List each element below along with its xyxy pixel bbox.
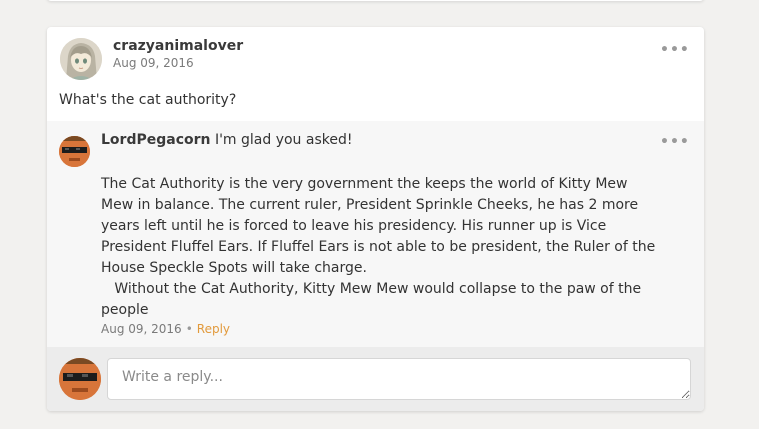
reply-item: LordPegacorn I'm glad you asked! ••• The… — [47, 121, 704, 347]
reply-meta: Aug 09, 2016 • Reply — [101, 322, 230, 336]
separator-dot: • — [185, 322, 193, 336]
reply-intro-text: I'm glad you asked! — [214, 132, 353, 148]
reply-input[interactable] — [107, 358, 691, 400]
reply-paragraph: Without the Cat Authority, Kitty Mew Mew… — [101, 281, 642, 318]
post-date: Aug 09, 2016 — [113, 56, 194, 70]
avatar[interactable] — [59, 358, 101, 400]
post-text: What's the cat authority? — [59, 92, 237, 108]
sunglasses-pumpkin-avatar-icon — [59, 358, 101, 400]
reply-more-options-icon[interactable]: ••• — [660, 135, 690, 149]
previous-comment-card — [47, 0, 704, 1]
post-more-options-icon[interactable]: ••• — [660, 43, 690, 57]
comment-thread-card: crazyanimalover Aug 09, 2016 ••• What's … — [47, 27, 704, 411]
reply-body: The Cat Authority is the very government… — [101, 174, 661, 321]
reply-composer — [47, 347, 704, 411]
reply-author-name[interactable]: LordPegacorn — [101, 132, 210, 148]
reply-paragraph: The Cat Authority is the very government… — [101, 176, 656, 276]
reply-header: LordPegacorn I'm glad you asked! — [101, 132, 352, 148]
reply-date: Aug 09, 2016 — [101, 322, 182, 336]
avatar[interactable] — [60, 38, 102, 80]
sunglasses-pumpkin-avatar-icon — [59, 136, 90, 167]
anime-girl-avatar-icon — [60, 38, 102, 80]
post-author-name[interactable]: crazyanimalover — [113, 38, 243, 54]
avatar[interactable] — [59, 136, 90, 167]
reply-link[interactable]: Reply — [197, 322, 230, 336]
